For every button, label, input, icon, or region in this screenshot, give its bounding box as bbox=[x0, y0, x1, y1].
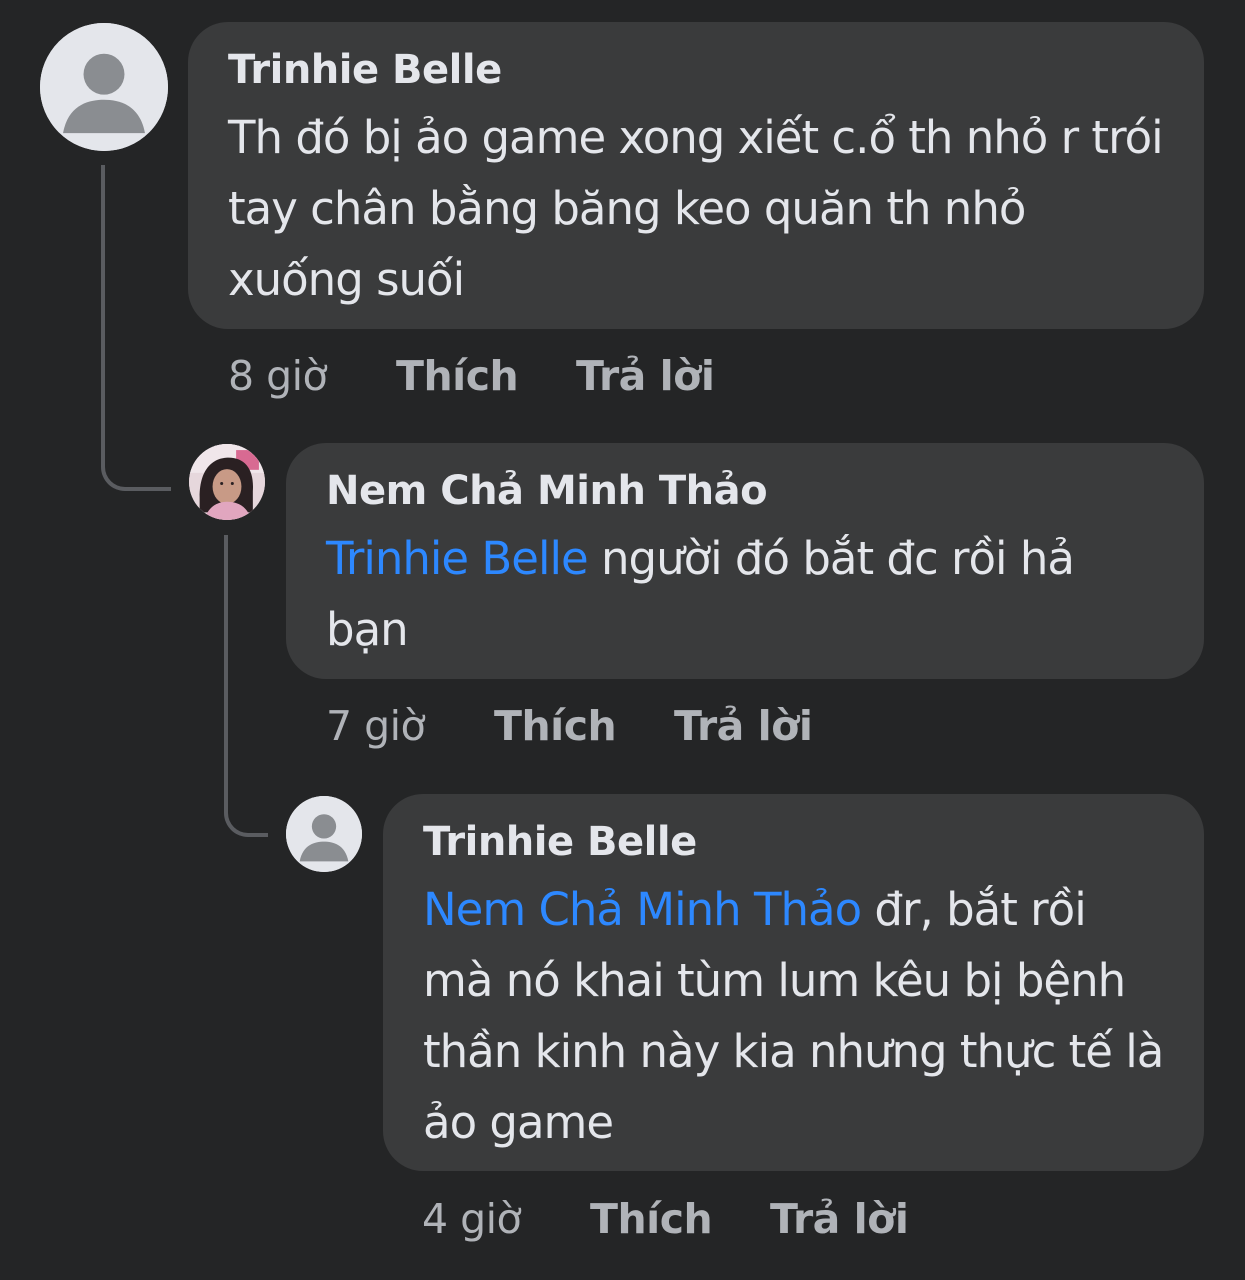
default-avatar-icon bbox=[40, 23, 168, 151]
comment-text: Trinhie Belle người đó bắt đc rồi hả bạn bbox=[326, 523, 1164, 665]
comment-bubble: Trinhie Belle Th đó bị ảo game xong xiết… bbox=[188, 22, 1204, 329]
comment-body: Th đó bị ảo game xong xiết c.ổ th nhỏ r … bbox=[228, 111, 1164, 306]
comment-timestamp[interactable]: 4 giờ bbox=[422, 1193, 590, 1245]
comment-text: Nem Chả Minh Thảo đr, bắt rồi mà nó khai… bbox=[423, 874, 1164, 1158]
like-button[interactable]: Thích bbox=[396, 350, 576, 402]
comment-bubble: Nem Chả Minh Thảo Trinhie Belle người đó… bbox=[286, 443, 1204, 679]
comment-actions: 7 giờ Thích Trả lời bbox=[326, 700, 813, 752]
comment-thread: Trinhie Belle Th đó bị ảo game xong xiết… bbox=[0, 0, 1245, 1280]
reply-button[interactable]: Trả lời bbox=[770, 1193, 909, 1245]
thread-connector-line bbox=[101, 165, 171, 491]
reply-button[interactable]: Trả lời bbox=[674, 700, 813, 752]
comment-bubble: Trinhie Belle Nem Chả Minh Thảo đr, bắt … bbox=[383, 794, 1204, 1171]
comment-author[interactable]: Trinhie Belle bbox=[228, 44, 1164, 96]
thread-connector-line bbox=[224, 535, 268, 837]
mention-link[interactable]: Trinhie Belle bbox=[326, 532, 589, 585]
comment-author[interactable]: Nem Chả Minh Thảo bbox=[326, 465, 1164, 517]
comment-author[interactable]: Trinhie Belle bbox=[423, 816, 1164, 868]
default-avatar-icon bbox=[286, 796, 362, 872]
avatar[interactable] bbox=[189, 444, 265, 520]
comment-timestamp[interactable]: 7 giờ bbox=[326, 700, 494, 752]
comment-actions: 8 giờ Thích Trả lời bbox=[228, 350, 715, 402]
comment-timestamp[interactable]: 8 giờ bbox=[228, 350, 396, 402]
comment-text: Th đó bị ảo game xong xiết c.ổ th nhỏ r … bbox=[228, 102, 1164, 315]
comment-actions: 4 giờ Thích Trả lời bbox=[422, 1193, 909, 1245]
mention-link[interactable]: Nem Chả Minh Thảo bbox=[423, 883, 862, 936]
like-button[interactable]: Thích bbox=[494, 700, 674, 752]
reply-button[interactable]: Trả lời bbox=[576, 350, 715, 402]
like-button[interactable]: Thích bbox=[590, 1193, 770, 1245]
avatar[interactable] bbox=[286, 796, 362, 872]
profile-photo bbox=[189, 444, 265, 520]
avatar[interactable] bbox=[40, 23, 168, 151]
